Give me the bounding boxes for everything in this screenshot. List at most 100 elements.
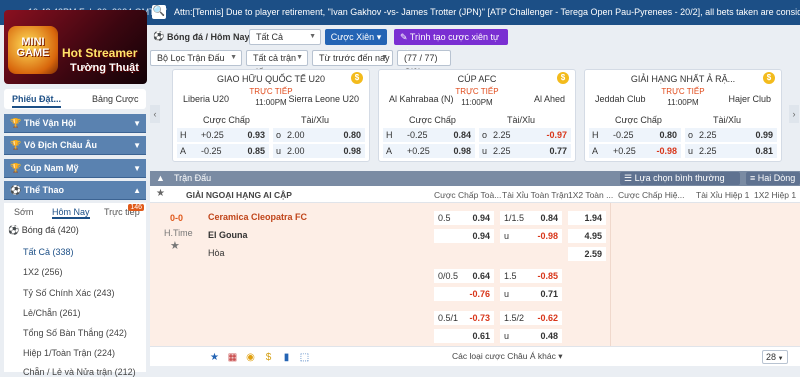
list-item[interactable]: 1X2 (256): [23, 267, 63, 277]
handicap-odds-cell[interactable]: A -0.25 0.85: [177, 144, 269, 158]
coin-icon[interactable]: $: [763, 72, 775, 84]
match-row: 0-0 H.Time ★ Ceramica Cleopatra FC El Go…: [150, 203, 800, 346]
tab-bet-list[interactable]: Bảng Cược: [92, 94, 138, 104]
more-markets-link[interactable]: Các loại cược Châu Á khác ▾: [452, 351, 563, 362]
collapse-icon[interactable]: ▲: [156, 171, 165, 186]
time-range-select[interactable]: Từ trước đến nay ▼: [312, 50, 393, 66]
sidebar-section-euro[interactable]: 🏆 Vô Địch Châu Âu ▼: [4, 136, 146, 155]
handicap-odds-cell[interactable]: H -0.25 0.80: [589, 128, 681, 142]
lines-icon: ≡: [750, 173, 758, 183]
match-card[interactable]: GIẢI HẠNG NHẤT Ả RẬ... $ Jeddah Club Haj…: [584, 69, 782, 162]
ou-odds-cell[interactable]: u 0.71: [500, 287, 562, 301]
col-1x2-h1: 1X2 Hiệp 1: [754, 190, 797, 200]
handicap-odds-cell[interactable]: 0.5/1 -0.73: [434, 311, 494, 325]
settings-icon: ☰: [624, 173, 635, 183]
sidebar-section-olympics[interactable]: 🏆 Thế Vận Hội ▼: [4, 114, 146, 133]
sport-subtabs: Sớm Hôm Nay Trực tiếp 146: [4, 204, 146, 219]
ou-odds-cell[interactable]: u 2.25 0.81: [685, 144, 777, 158]
matches-header: ▲ Trận Đấu ☰ Lựa chọn bình thường ≡ Hai …: [150, 171, 800, 186]
league-name: GIẢI NGOẠI HẠNG AI CẬP: [186, 190, 292, 200]
match-card[interactable]: CÚP AFC $ Al Kahrabaa (N) Al Ahed TRỰC T…: [378, 69, 576, 162]
minigame-banner[interactable]: MINI GAME Hot Streamer Tường Thuật: [4, 10, 147, 84]
handicap-odds-cell[interactable]: 0/0.5 0.64: [434, 269, 494, 283]
1x2-odds-cell[interactable]: 4.95: [568, 229, 606, 243]
live-icon[interactable]: ◉: [244, 351, 257, 364]
list-item[interactable]: Tất Cả (338): [23, 247, 74, 257]
star-icon[interactable]: ★: [170, 239, 180, 252]
ou-odds-cell[interactable]: o 2.00 0.80: [273, 128, 365, 142]
sidebar-section-copa[interactable]: 🏆 Cúp Nam Mỹ ▼: [4, 159, 146, 178]
sort-select[interactable]: ☰ Lựa chọn bình thường: [620, 172, 740, 185]
minigame-logo: MINI GAME: [8, 26, 58, 74]
calendar-icon[interactable]: ▦: [226, 351, 239, 364]
card-live-label: TRỰC TIẾP: [455, 87, 499, 96]
parlay-button[interactable]: Cược Xiên ▾: [325, 29, 387, 45]
chevron-down-icon: ▼: [309, 33, 316, 40]
handicap-odds-cell[interactable]: H -0.25 0.84: [383, 128, 475, 142]
banner-title: Hot Streamer: [62, 46, 138, 60]
handicap-odds-cell[interactable]: 0.5 0.94: [434, 211, 494, 225]
ou-odds-cell[interactable]: 1.5/2 -0.62: [500, 311, 562, 325]
handicap-odds-cell[interactable]: A +0.25 0.98: [383, 144, 475, 158]
list-item[interactable]: Chẵn / Lẻ và Nửa trận (212): [23, 367, 136, 377]
ou-odds-cell[interactable]: o 2.25 0.99: [685, 128, 777, 142]
ou-odds-cell[interactable]: u 2.25 0.77: [479, 144, 571, 158]
sport-label: Bóng đá / Hôm Nay: [167, 32, 250, 42]
chevron-up-icon: ▲: [133, 186, 141, 195]
list-item[interactable]: Tổng Số Bàn Thắng (242): [23, 328, 127, 338]
handicap-odds-cell[interactable]: -0.76: [434, 287, 494, 301]
search-icon[interactable]: 🔍: [152, 5, 166, 19]
coin-icon[interactable]: $: [557, 72, 569, 84]
sidebar-section-sports[interactable]: ⚽ Thể Thao ▲: [4, 181, 146, 200]
coin-icon[interactable]: $: [351, 72, 363, 84]
ou-odds-cell[interactable]: 1.5 -0.85: [500, 269, 562, 283]
card-live-label: TRỰC TIẾP: [661, 87, 705, 96]
1x2-odds-cell[interactable]: 1.94: [568, 211, 606, 225]
trophy-icon: 🏆: [10, 163, 22, 173]
sports-panel: Sớm Hôm Nay Trực tiếp 146 ⚽ Bóng đá (420…: [4, 203, 146, 377]
trophy-icon: 🏆: [10, 118, 22, 128]
soccer-ball-icon: ⚽: [8, 225, 22, 235]
card-handicap-header: Cược Chấp: [615, 115, 662, 125]
tab-early[interactable]: Sớm: [14, 207, 33, 217]
chevron-left-icon[interactable]: ‹: [150, 105, 160, 123]
lines-select[interactable]: ≡ Hai Dòng: [746, 172, 800, 185]
sport-football[interactable]: ⚽ Bóng đá (420): [8, 225, 79, 236]
match-score: 0-0: [170, 213, 184, 223]
star-icon[interactable]: ★: [156, 188, 165, 199]
ou-odds-cell[interactable]: u -0.98: [500, 229, 562, 243]
list-item[interactable]: Hiệp 1/Toàn Trận (224): [23, 348, 115, 358]
chevron-down-icon: ▼: [381, 54, 388, 61]
list-item[interactable]: Tỷ Số Chính Xác (243): [23, 288, 115, 298]
league-count[interactable]: (77 / 77) Giải: [397, 50, 451, 77]
match-card[interactable]: GIAO HỮU QUỐC TẾ U20 $ Liberia U20 Sierr…: [172, 69, 370, 162]
chart-icon[interactable]: ⬚: [298, 351, 311, 364]
stats-icon[interactable]: ▮: [280, 351, 293, 364]
list-item[interactable]: Lẻ/Chẵn (261): [23, 308, 81, 318]
card-ou-header: Tài/Xỉu: [507, 115, 536, 125]
auto-parlay-button[interactable]: ✎ Trình tạo cược xiên tự động: [394, 29, 508, 58]
all-select[interactable]: Tất Cả ▼: [249, 29, 321, 45]
magic-icon: ✎: [400, 32, 410, 42]
tab-bet-slip[interactable]: Phiếu Đặt...: [12, 94, 62, 108]
handicap-odds-cell[interactable]: A +0.25 -0.98: [589, 144, 681, 158]
handicap-odds-cell[interactable]: 0.61: [434, 329, 494, 343]
handicap-odds-cell[interactable]: 0.94: [434, 229, 494, 243]
card-handicap-header: Cược Chấp: [409, 115, 456, 125]
handicap-odds-cell[interactable]: H +0.25 0.93: [177, 128, 269, 142]
card-ou-header: Tài/Xỉu: [713, 115, 742, 125]
star-icon[interactable]: ★: [208, 351, 221, 364]
chevron-right-icon[interactable]: ›: [789, 105, 799, 123]
matches-title: Trận Đấu: [174, 173, 212, 183]
ou-odds-cell[interactable]: u 2.00 0.98: [273, 144, 365, 158]
match-filter-select[interactable]: Bộ Lọc Trận Đấu ▼: [150, 50, 242, 66]
markets-count-select[interactable]: 28 ▼: [762, 350, 788, 364]
col-handicap: Cược Chấp Toà...: [434, 190, 502, 200]
all-matches-select[interactable]: Tất cả trận đấu▼: [246, 50, 308, 77]
1x2-odds-cell[interactable]: 2.59: [568, 247, 606, 261]
ou-odds-cell[interactable]: o 2.25 -0.97: [479, 128, 571, 142]
ou-odds-cell[interactable]: 1/1.5 0.84: [500, 211, 562, 225]
coin-icon[interactable]: $: [262, 351, 275, 364]
tab-today[interactable]: Hôm Nay: [52, 207, 90, 219]
ou-odds-cell[interactable]: u 0.48: [500, 329, 562, 343]
